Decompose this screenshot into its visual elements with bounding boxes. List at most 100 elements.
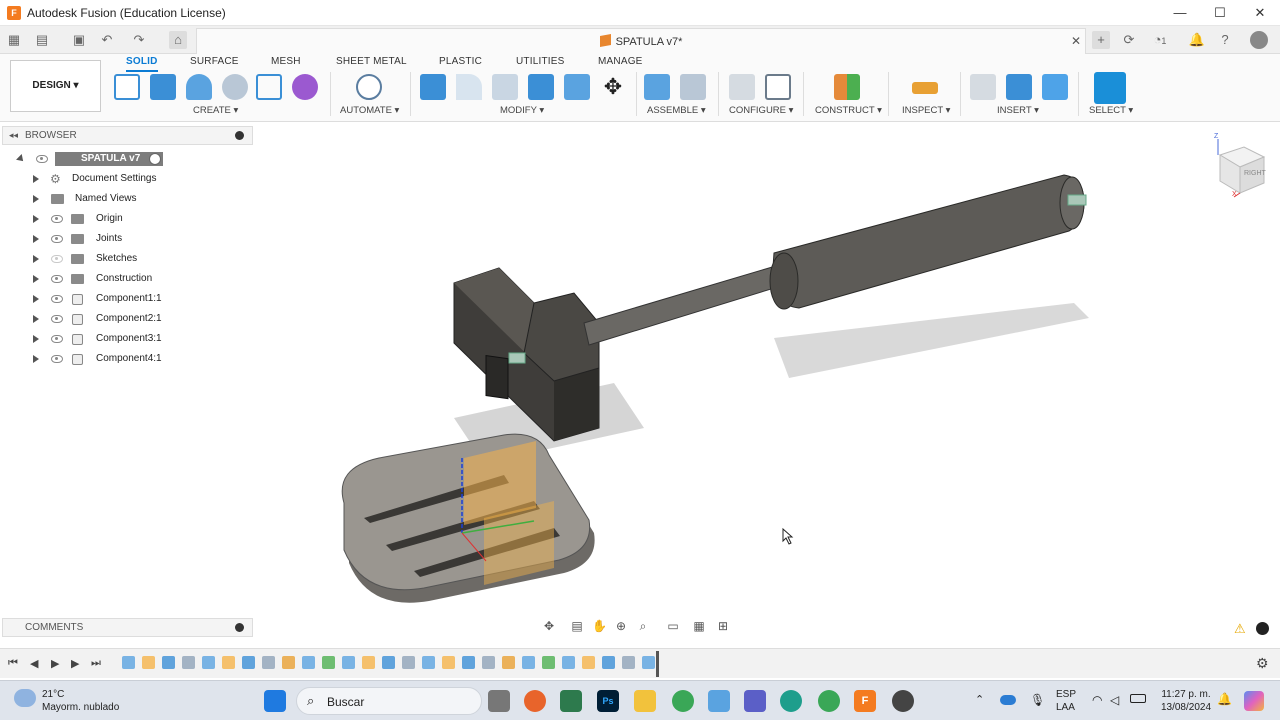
workspace-switcher[interactable]: DESIGN ▾ [10,60,101,112]
tab-mesh[interactable]: MESH [271,56,301,67]
activate-radio-icon[interactable] [149,153,161,165]
obs-icon[interactable] [892,690,914,712]
weather-temp[interactable]: 21°C [42,688,64,701]
timeline-feature-icon[interactable] [282,656,295,669]
select-icon[interactable] [1094,72,1126,104]
close-window-button[interactable]: ✕ [1240,0,1280,26]
photoshop-icon[interactable]: Ps [597,690,619,712]
joint-glyph-icon[interactable] [1067,194,1087,206]
timeline-feature-icon[interactable] [562,656,575,669]
orbit-icon[interactable]: ✥ [542,619,556,633]
offset-face-icon[interactable] [564,74,590,100]
browser-item-document-settings[interactable]: ⚙ Document Settings [33,170,163,188]
timeline-play-icon[interactable]: ▶ [51,657,59,670]
expand-triangle-icon[interactable] [33,255,39,263]
model-canvas[interactable] [254,123,1280,643]
expand-triangle-icon[interactable] [33,235,39,243]
feedback-icon[interactable] [1256,622,1269,635]
timeline-feature-icon[interactable] [582,656,595,669]
create-sketch-icon[interactable] [114,74,140,100]
language-code[interactable]: ESP [1056,688,1076,701]
notifications-icon[interactable]: 🔔 [1188,31,1206,49]
grid-settings-icon[interactable]: ▦ [692,619,706,633]
chrome-profile-icon[interactable] [818,690,840,712]
close-tab-button[interactable]: ✕ [1071,34,1081,48]
parameters-icon[interactable] [729,74,755,100]
modify-menu[interactable]: MODIFY ▾ [500,105,544,116]
visibility-eye-icon[interactable] [36,155,48,163]
visibility-eye-icon[interactable] [51,355,63,363]
app-grid-icon[interactable]: ▦ [5,31,23,49]
fillet-icon[interactable] [456,74,482,100]
fusion-taskbar-icon[interactable]: F [854,690,876,712]
browser-item-origin[interactable]: Origin [33,210,163,228]
browser-item-construction[interactable]: Construction [33,270,163,288]
comments-panel-header[interactable]: COMMENTS [2,618,253,637]
automate-menu[interactable]: AUTOMATE ▾ [340,105,399,116]
chrome-icon[interactable] [672,690,694,712]
task-view-icon[interactable] [488,690,510,712]
microphone-icon[interactable]: 🎙 [1030,693,1045,707]
combine-icon[interactable] [528,74,554,100]
timeline-feature-icon[interactable] [162,656,175,669]
timeline-prev-icon[interactable]: ◀ [30,657,38,670]
copilot-icon[interactable] [1244,691,1264,711]
measure-icon[interactable] [912,82,938,94]
tab-solid[interactable]: SOLID [126,56,158,72]
timeline-feature-icon[interactable] [242,656,255,669]
insert-mesh-icon[interactable] [1006,74,1032,100]
new-component-icon[interactable] [644,74,670,100]
automate-icon[interactable] [356,74,382,100]
timeline-feature-icon[interactable] [442,656,455,669]
firefox-icon[interactable] [524,690,546,712]
collapse-panel-icon[interactable]: ◂◂ [9,127,18,144]
timeline-feature-icon[interactable] [222,656,235,669]
timeline-feature-icon[interactable] [382,656,395,669]
browser-panel-header[interactable]: ◂◂ BROWSER [2,126,253,145]
app-icon-2[interactable] [708,690,730,712]
browser-item-component3[interactable]: Component3:1 [33,330,163,348]
document-tab[interactable]: SPATULA v7* ✕ [196,28,1086,54]
configure-menu[interactable]: CONFIGURE ▾ [729,105,793,116]
timeline-marker[interactable] [656,651,659,677]
tab-sheet-metal[interactable]: SHEET METAL [336,56,407,67]
zoom-icon[interactable]: ⊕ [614,619,628,633]
expand-triangle-icon[interactable] [33,195,39,203]
timeline-feature-icon[interactable] [462,656,475,669]
browser-item-component1[interactable]: Component1:1 [33,290,163,308]
extensions-icon[interactable]: ⟳ [1120,31,1138,49]
browser-item-joints[interactable]: Joints [33,230,163,248]
joint-icon[interactable] [680,74,706,100]
onedrive-icon[interactable] [1000,695,1016,705]
minimize-button[interactable]: — [1160,0,1200,26]
offset-plane-icon[interactable] [834,74,860,100]
joint-glyph-icon[interactable] [508,352,526,364]
notification-bell-icon[interactable]: 🔔 [1217,692,1232,706]
edge-icon[interactable] [780,690,802,712]
hole-icon[interactable] [222,74,248,100]
tab-manage[interactable]: MANAGE [598,56,643,67]
assemble-menu[interactable]: ASSEMBLE ▾ [647,105,706,116]
expand-triangle-icon[interactable] [33,315,39,323]
select-menu[interactable]: SELECT ▾ [1089,105,1133,116]
construct-menu[interactable]: CONSTRUCT ▾ [815,105,882,116]
teams-icon[interactable] [744,690,766,712]
configure-table-icon[interactable] [765,74,791,100]
visibility-eye-icon[interactable] [51,275,63,283]
form-icon[interactable] [292,74,318,100]
expand-triangle-icon[interactable] [33,295,39,303]
visibility-eye-icon[interactable] [51,235,63,243]
look-at-icon[interactable]: ▤ [570,619,584,633]
timeline-feature-icon[interactable] [262,656,275,669]
timeline-feature-icon[interactable] [202,656,215,669]
clock-date[interactable]: 13/08/2024 [1156,701,1216,714]
expand-triangle-icon[interactable] [33,275,39,283]
display-settings-icon[interactable]: ▭ [666,619,680,633]
battery-icon[interactable] [1130,694,1146,703]
revolve-icon[interactable] [186,74,212,100]
timeline-feature-icon[interactable] [342,656,355,669]
file-explorer-icon[interactable] [634,690,656,712]
inspect-menu[interactable]: INSPECT ▾ [902,105,950,116]
pan-icon[interactable]: ✋ [592,619,607,633]
visibility-eye-icon[interactable] [51,295,63,303]
